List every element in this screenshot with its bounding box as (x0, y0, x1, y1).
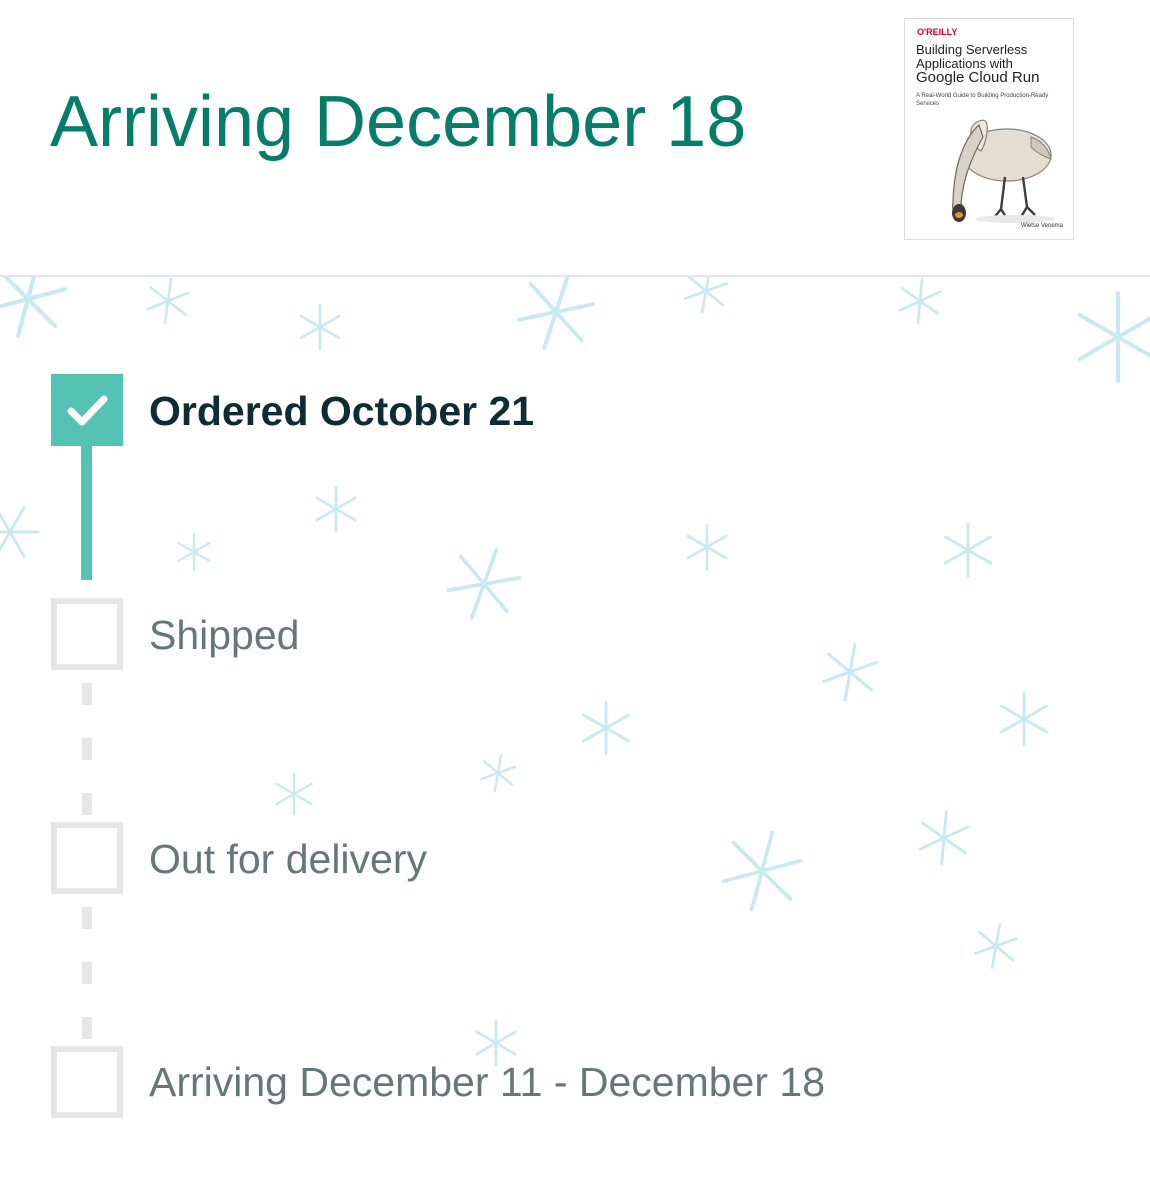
snowflake-icon (442, 539, 525, 628)
step-arriving-label: Arriving December 11 - December 18 (149, 1059, 825, 1105)
cover-title-line-1: Building Serverless (916, 42, 1028, 57)
snowflake-icon (513, 277, 599, 358)
step-out-for-delivery-label: Out for delivery (149, 836, 427, 882)
snowflake-icon (583, 702, 628, 754)
snowflake-icon (0, 277, 70, 344)
snowflake-icon (277, 774, 312, 814)
snowflake-icon (1080, 293, 1150, 381)
progress-rail-pending (82, 907, 92, 929)
progress-rail-pending (82, 793, 92, 815)
spoonbill-illustration-icon (952, 119, 1055, 223)
cover-title: Building Serverless Applications with Go… (916, 42, 1072, 86)
progress-rail-complete (81, 445, 92, 580)
step-ordered-label: Ordered October 21 (149, 388, 535, 434)
snowflake-icon (317, 487, 355, 531)
arrival-headline: Arriving December 18 (50, 82, 747, 162)
step-arriving-checkbox (51, 1046, 123, 1118)
snowflake-icon (0, 496, 45, 569)
step-shipped-label: Shipped (149, 612, 300, 658)
delivery-tracker: Ordered October 21 Shipped Out for deliv… (0, 277, 1150, 1200)
cover-author: Wietse Venema (1020, 223, 1063, 229)
step-out-for-delivery-checkbox (51, 822, 123, 894)
delivery-header: Arriving December 18 O'REILLY Building S… (0, 0, 1150, 276)
snowflake-icon (1001, 693, 1046, 745)
progress-rail-pending (82, 738, 92, 760)
snowflake-icon (683, 277, 728, 316)
snowflake-icon (973, 921, 1018, 971)
check-icon (67, 395, 108, 426)
cover-title-line-3: Google Cloud Run (916, 69, 1040, 86)
progress-rail-pending (82, 962, 92, 984)
snowflake-icon (146, 277, 190, 325)
snowflake-icon (688, 525, 726, 569)
cover-publisher: O'REILLY (917, 27, 958, 37)
snowflake-icon (919, 810, 969, 866)
snowflake-icon (945, 524, 990, 576)
snowflake-icon (479, 753, 516, 794)
cover-subtitle: A Real-World Guide to Building Productio… (916, 93, 1049, 107)
progress-rail-pending (82, 683, 92, 705)
snowflake-icon (718, 823, 806, 918)
progress-rail-pending (82, 1017, 92, 1039)
product-thumbnail[interactable]: O'REILLY Building Serverless Application… (904, 18, 1074, 240)
step-shipped-checkbox (51, 598, 123, 670)
snowflake-icon (178, 534, 209, 570)
step-ordered-checkbox (51, 374, 123, 446)
snowflake-icon (899, 277, 941, 324)
snowflake-icon (821, 640, 879, 704)
snowflake-icon (301, 305, 339, 349)
